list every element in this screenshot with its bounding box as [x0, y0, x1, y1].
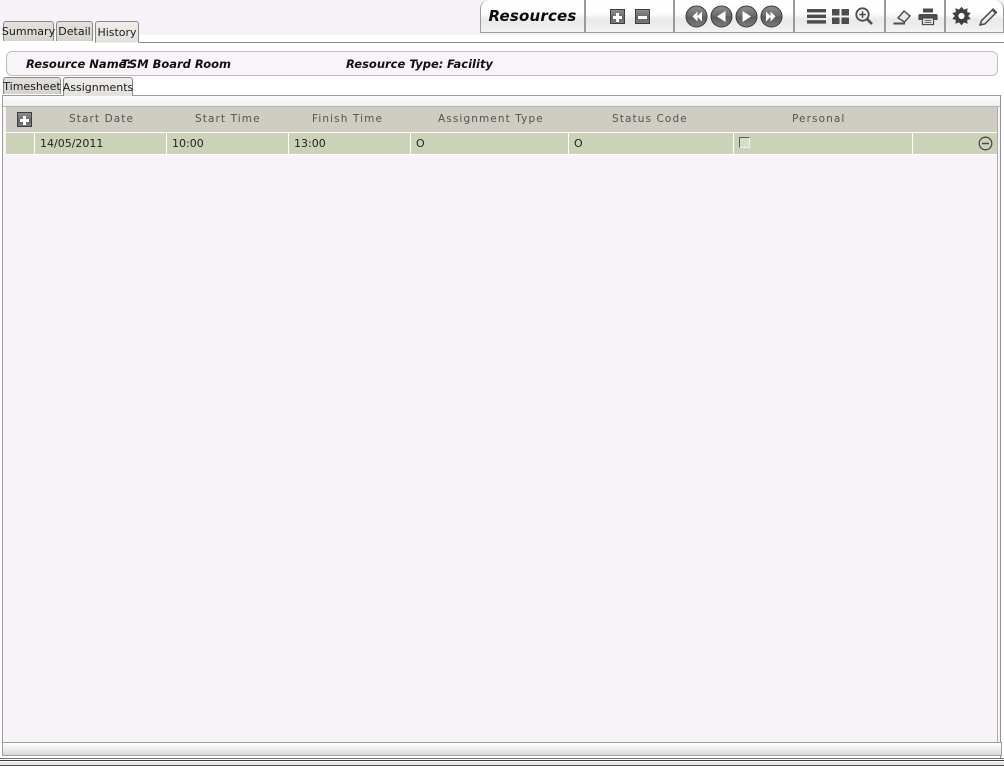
column-header-assignment-type[interactable]: Assignment Type [438, 107, 544, 132]
window-bottom-edge-2 [0, 762, 1004, 766]
table-row[interactable]: 14/05/2011 10:00 13:00 O O [6, 133, 997, 155]
column-header-status-code[interactable]: Status Code [612, 107, 688, 132]
cell-assignment-type[interactable]: O [410, 133, 568, 154]
cell-row-actions[interactable] [912, 133, 997, 154]
tab-summary[interactable]: Summary [1, 21, 56, 41]
resource-type-label: Resource Type: [346, 56, 444, 71]
tab-detail-label: Detail [58, 25, 91, 38]
cell-finish-time[interactable]: 13:00 [288, 133, 410, 154]
tab-assignments[interactable]: Assignments [63, 77, 133, 96]
vertical-scrollbar[interactable] [1000, 95, 1004, 758]
resource-info-bar: Resource Name: TSM Board Room Resource T… [6, 51, 998, 76]
assignments-grid: Start Date Start Time Finish Time Assign… [6, 107, 998, 753]
tab-timesheet[interactable]: Timesheet [3, 77, 61, 94]
cell-start-time[interactable]: 10:00 [166, 133, 288, 154]
column-header-start-date[interactable]: Start Date [69, 107, 134, 132]
personal-checkbox[interactable] [739, 137, 750, 148]
tab-detail[interactable]: Detail [56, 21, 93, 41]
main-tab-underline [139, 42, 1004, 43]
horizontal-scrollbar[interactable] [2, 742, 1002, 756]
panel-top-strip [3, 96, 1001, 107]
content-panel: Start Date Start Time Finish Time Assign… [2, 95, 1002, 755]
grid-header-row: Start Date Start Time Finish Time Assign… [6, 107, 997, 133]
sub-tab-bar: Timesheet Assignments [0, 77, 1004, 96]
tab-assignments-label: Assignments [62, 80, 134, 94]
column-header-finish-time[interactable]: Finish Time [312, 107, 383, 132]
cell-status-code[interactable]: O [568, 133, 733, 154]
tab-summary-label: Summary [1, 25, 56, 38]
window-bottom-edge-3 [0, 767, 1004, 771]
column-header-personal[interactable]: Personal [792, 107, 845, 132]
tab-history[interactable]: History [95, 21, 139, 43]
tab-timesheet-label: Timesheet [3, 79, 61, 93]
cell-start-date[interactable]: 14/05/2011 [34, 133, 166, 154]
resource-type-value: Facility [447, 56, 493, 71]
resource-name-value: TSM Board Room [121, 56, 231, 71]
circle-minus-icon[interactable] [978, 136, 993, 151]
resource-name-label: Resource Name: [26, 56, 132, 71]
column-header-start-time[interactable]: Start Time [195, 107, 261, 132]
expand-all-button[interactable] [17, 112, 32, 127]
row-selector-cell[interactable] [6, 133, 34, 154]
main-tab-bar: Summary Detail History [0, 21, 1004, 43]
tab-history-label: History [97, 25, 137, 39]
cell-personal[interactable] [733, 133, 912, 154]
window-bottom-edge-1 [0, 758, 1004, 761]
